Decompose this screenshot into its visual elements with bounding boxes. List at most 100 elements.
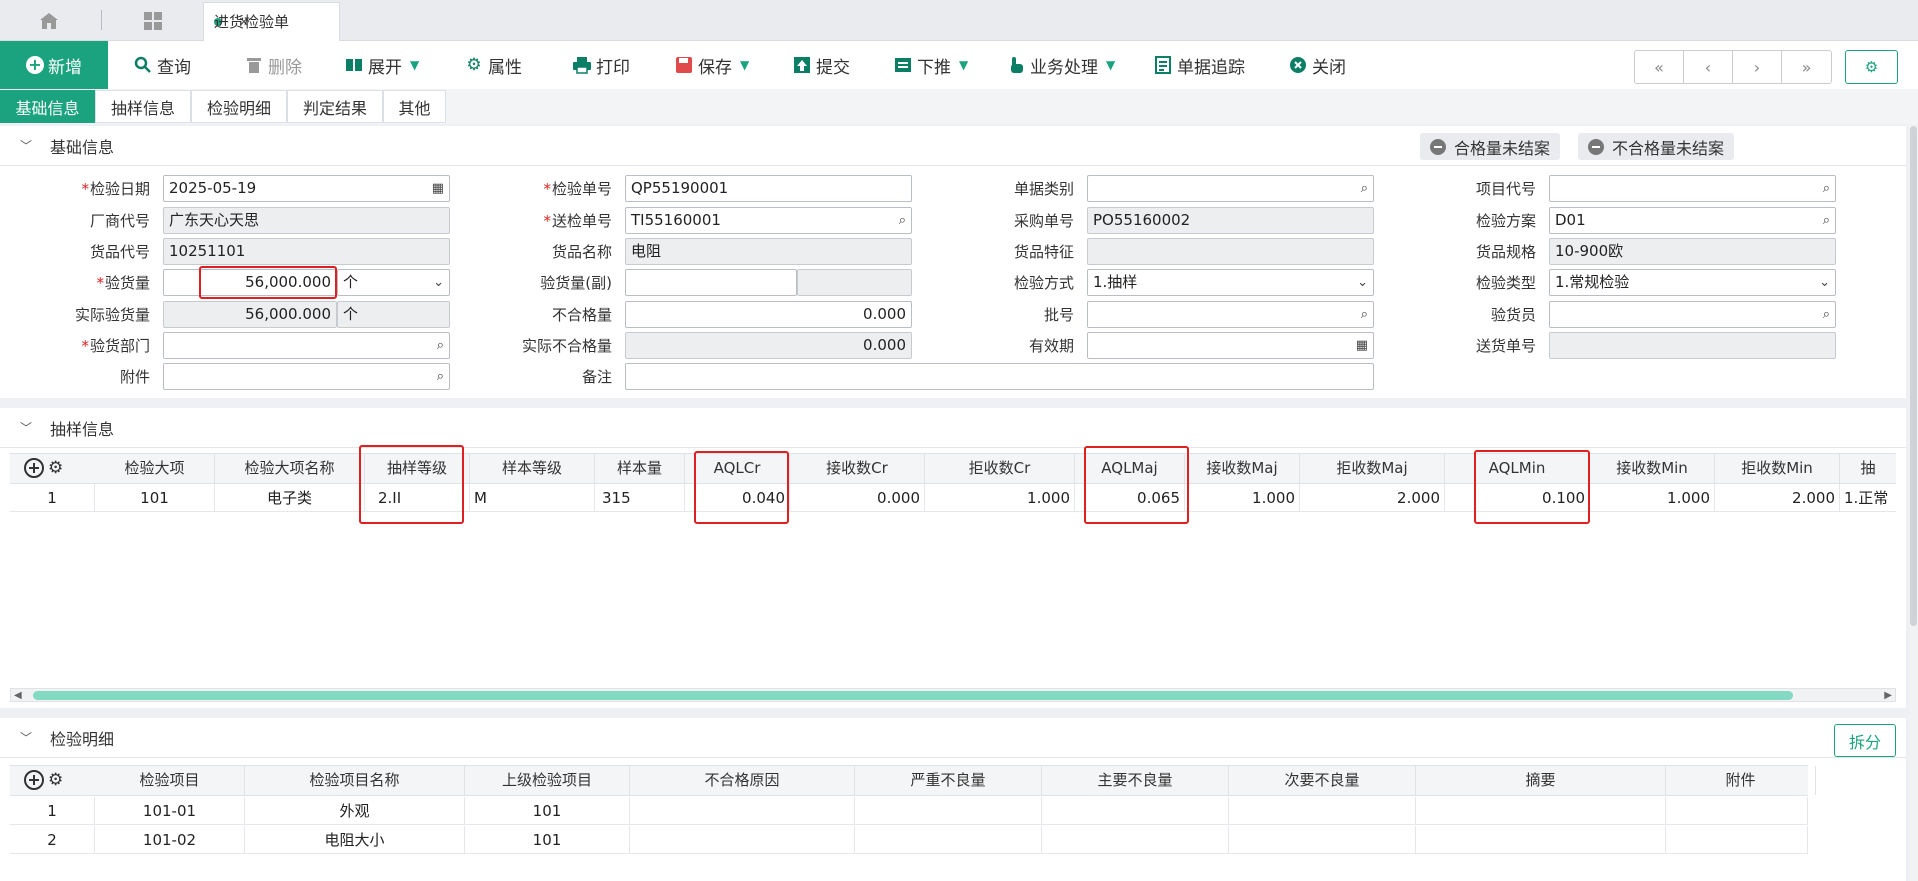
vertical-scrollbar[interactable]: [1909, 124, 1918, 881]
col-header[interactable]: 拒收数Maj: [1300, 454, 1445, 483]
expiry-field[interactable]: ▦: [1087, 332, 1374, 359]
search-icon[interactable]: ⌕: [1823, 208, 1830, 233]
business-button[interactable]: 业务处理 ▼: [1006, 41, 1115, 89]
col-header[interactable]: 检验项目名称: [245, 766, 465, 795]
method-select[interactable]: 1.抽样 ⌄: [1087, 269, 1374, 296]
tab-basic-info[interactable]: 基础信息: [0, 90, 95, 123]
col-header[interactable]: 样本量: [595, 454, 685, 483]
dept-field[interactable]: ⌕: [163, 332, 450, 359]
expand-button[interactable]: 展开 ▼: [344, 41, 419, 89]
cell[interactable]: [1042, 826, 1229, 854]
properties-button[interactable]: ⚙ 属性: [464, 41, 522, 89]
qty-secondary-field[interactable]: [625, 269, 797, 296]
search-icon[interactable]: ⌕: [1361, 176, 1368, 201]
project-field[interactable]: ⌕: [1549, 175, 1836, 202]
cell[interactable]: 101: [95, 484, 215, 512]
split-button[interactable]: 拆分: [1834, 724, 1896, 757]
col-header[interactable]: 检验大项名称: [215, 454, 365, 483]
calendar-icon[interactable]: ▦: [1356, 333, 1368, 358]
cell[interactable]: M: [470, 484, 595, 512]
col-header[interactable]: 接收数Cr: [790, 454, 925, 483]
batch-field[interactable]: ⌕: [1087, 301, 1374, 328]
col-header[interactable]: 主要不良量: [1042, 766, 1229, 795]
cell[interactable]: 电阻大小: [245, 826, 465, 854]
cell[interactable]: [1042, 797, 1229, 825]
search-icon[interactable]: ⌕: [1361, 302, 1368, 327]
doc-type-field[interactable]: ⌕: [1087, 175, 1374, 202]
cell[interactable]: [630, 826, 855, 854]
col-header[interactable]: 不合格原因: [630, 766, 855, 795]
close-button[interactable]: 关闭: [1288, 41, 1346, 89]
cell[interactable]: [1229, 826, 1416, 854]
search-icon[interactable]: ⌕: [1823, 302, 1830, 327]
cell[interactable]: 电子类: [215, 484, 365, 512]
save-button[interactable]: 保存 ▼: [674, 41, 749, 89]
calendar-icon[interactable]: ▦: [432, 176, 444, 201]
cell[interactable]: [1666, 797, 1808, 825]
attachment-field[interactable]: ⌕: [163, 363, 450, 390]
delete-button[interactable]: 删除: [244, 41, 302, 89]
scroll-right-icon[interactable]: ▶: [1884, 690, 1892, 701]
col-header[interactable]: 样本等级: [470, 454, 595, 483]
apps-grid-icon[interactable]: [138, 8, 168, 34]
col-header[interactable]: 次要不良量: [1229, 766, 1416, 795]
scheme-field[interactable]: D01 ⌕: [1549, 207, 1836, 234]
type-select[interactable]: 1.常规检验 ⌄: [1549, 269, 1836, 296]
col-header[interactable]: 附件: [1666, 766, 1816, 795]
cell[interactable]: 2.II: [365, 484, 470, 512]
inspect-date-field[interactable]: 2025-05-19 ▦: [163, 175, 450, 202]
inspector-field[interactable]: ⌕: [1549, 301, 1836, 328]
send-no-field[interactable]: TI55160001 ⌕: [625, 207, 912, 234]
col-header[interactable]: 拒收数Min: [1715, 454, 1840, 483]
scrollbar-thumb[interactable]: [1910, 126, 1917, 626]
submit-button[interactable]: 提交: [792, 41, 850, 89]
search-icon[interactable]: ⌕: [437, 364, 444, 389]
col-header[interactable]: AQLMin: [1445, 454, 1590, 483]
cell[interactable]: 101-01: [95, 797, 245, 825]
col-header[interactable]: AQLMaj: [1075, 454, 1185, 483]
qty-field[interactable]: 56,000.000: [163, 269, 337, 296]
remark-field[interactable]: [625, 363, 1374, 390]
cell[interactable]: [1416, 797, 1666, 825]
cell[interactable]: 2.000: [1300, 484, 1445, 512]
qty-unit-select[interactable]: 个 ⌄: [337, 269, 450, 296]
document-tab[interactable]: 进货检验单 ×: [203, 2, 340, 41]
col-header[interactable]: 摘要: [1416, 766, 1666, 795]
col-header[interactable]: 检验项目: [95, 766, 245, 795]
cell[interactable]: 101: [465, 797, 630, 825]
new-button[interactable]: + 新增: [0, 41, 108, 89]
print-button[interactable]: 打印: [572, 41, 630, 89]
first-record-icon[interactable]: «: [1635, 51, 1684, 83]
col-header[interactable]: 抽样等级: [365, 454, 470, 483]
search-icon[interactable]: ⌕: [437, 333, 444, 358]
cell[interactable]: 1.000: [1590, 484, 1715, 512]
cell[interactable]: 315: [595, 484, 685, 512]
qualified-uncleared-button[interactable]: 合格量未结案: [1420, 133, 1561, 160]
cell[interactable]: 2.000: [1715, 484, 1840, 512]
cell[interactable]: 0.100: [1445, 484, 1590, 512]
col-header[interactable]: 检验大项: [95, 454, 215, 483]
cell[interactable]: 0.040: [685, 484, 790, 512]
horizontal-scrollbar[interactable]: ◀ ▶: [10, 688, 1896, 702]
cell[interactable]: [855, 797, 1042, 825]
cell[interactable]: 1.正常: [1840, 484, 1896, 512]
cell[interactable]: [1416, 826, 1666, 854]
unqualified-uncleared-button[interactable]: 不合格量未结案: [1578, 133, 1735, 160]
col-header[interactable]: 拒收数Cr: [925, 454, 1075, 483]
cell[interactable]: 101-02: [95, 826, 245, 854]
unqualified-field[interactable]: 0.000: [625, 301, 912, 328]
home-icon[interactable]: [34, 8, 64, 34]
previous-record-icon[interactable]: ‹: [1684, 51, 1733, 83]
scroll-left-icon[interactable]: ◀: [14, 690, 22, 701]
cell[interactable]: 0.000: [790, 484, 925, 512]
detail-header[interactable]: ﹀ 检验明细: [0, 718, 1906, 758]
cell[interactable]: 1.000: [925, 484, 1075, 512]
cell[interactable]: 0.065: [1075, 484, 1185, 512]
tab-judgment-result[interactable]: 判定结果: [287, 90, 383, 123]
cell[interactable]: [855, 826, 1042, 854]
settings-gear-icon[interactable]: ⚙: [1845, 50, 1898, 84]
col-header[interactable]: AQLCr: [685, 454, 790, 483]
next-record-icon[interactable]: ›: [1733, 51, 1782, 83]
inspect-no-field[interactable]: QP55190001: [625, 175, 912, 202]
cell[interactable]: 1.000: [1185, 484, 1300, 512]
